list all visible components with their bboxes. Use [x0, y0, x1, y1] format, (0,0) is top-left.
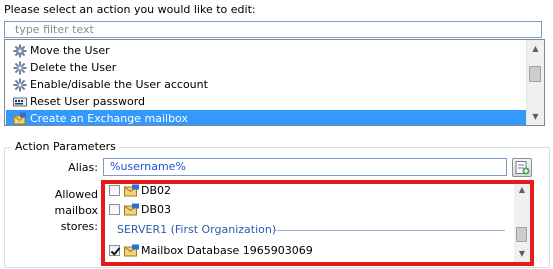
action-item-enable-disable-user[interactable]: Enable/disable the User account: [13, 76, 529, 93]
action-item-label: Create an Exchange mailbox: [30, 112, 188, 125]
action-list-scrollbar[interactable]: ▲ ▼: [526, 40, 544, 125]
gear-icon: [13, 78, 27, 92]
action-item-reset-password[interactable]: Reset User password: [13, 93, 529, 110]
action-list[interactable]: Move the User Delete the User Enable/dis…: [4, 39, 545, 126]
action-item-move-user[interactable]: Move the User: [13, 42, 529, 59]
filter-input[interactable]: [5, 22, 541, 37]
exchange-mailbox-icon: [13, 112, 27, 126]
action-item-label: Reset User password: [30, 95, 146, 108]
scroll-thumb[interactable]: [529, 66, 541, 82]
stores-label-line1: Allowed mailbox: [54, 188, 98, 217]
highlight-frame: [101, 180, 534, 266]
action-item-label: Move the User: [30, 44, 110, 57]
filter-input-box[interactable]: [4, 21, 542, 38]
action-item-delete-user[interactable]: Delete the User: [13, 59, 529, 76]
scroll-down-arrow-icon[interactable]: ▼: [527, 108, 544, 125]
action-parameters-legend: Action Parameters: [12, 140, 119, 153]
prompt-label: Please select an action you would like t…: [4, 3, 256, 16]
action-item-label: Enable/disable the User account: [30, 78, 208, 91]
password-icon: [13, 95, 27, 109]
insert-variable-icon: [515, 161, 530, 175]
action-item-create-exchange-mailbox[interactable]: Create an Exchange mailbox: [6, 110, 536, 126]
action-item-label: Delete the User: [30, 61, 117, 74]
stores-label-line2: stores:: [60, 220, 98, 233]
alias-field[interactable]: %username%: [103, 158, 507, 176]
scroll-up-arrow-icon[interactable]: ▲: [527, 40, 544, 57]
gear-icon: [13, 44, 27, 58]
gear-icon: [13, 61, 27, 75]
insert-variable-button[interactable]: [512, 158, 532, 177]
allowed-mailbox-stores-label: Allowed mailbox stores:: [10, 187, 98, 235]
alias-label: Alias:: [68, 161, 98, 174]
